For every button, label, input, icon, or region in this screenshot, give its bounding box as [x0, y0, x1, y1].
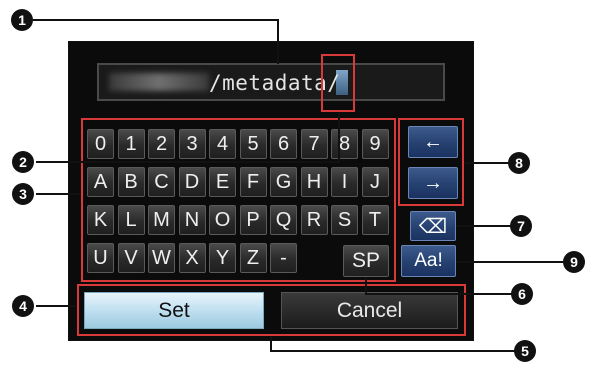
callout-6: 6	[511, 283, 533, 305]
figure: /metadata/ 0123456789ABCDEFGHIJKLMNOPQRS…	[0, 0, 607, 371]
callout-line-2	[36, 112, 340, 163]
callout-2: 2	[12, 151, 34, 173]
callout-line-1	[33, 19, 279, 64]
callout-4: 4	[12, 295, 34, 317]
callout-line-6	[365, 277, 515, 295]
callout-5: 5	[514, 340, 536, 362]
callout-line-5	[270, 336, 526, 352]
callout-9: 9	[563, 251, 585, 273]
callout-lines	[33, 19, 566, 352]
callout-8: 8	[508, 152, 530, 174]
callout-1: 1	[11, 9, 33, 31]
callout-3: 3	[12, 183, 34, 205]
callout-7: 7	[510, 215, 532, 237]
